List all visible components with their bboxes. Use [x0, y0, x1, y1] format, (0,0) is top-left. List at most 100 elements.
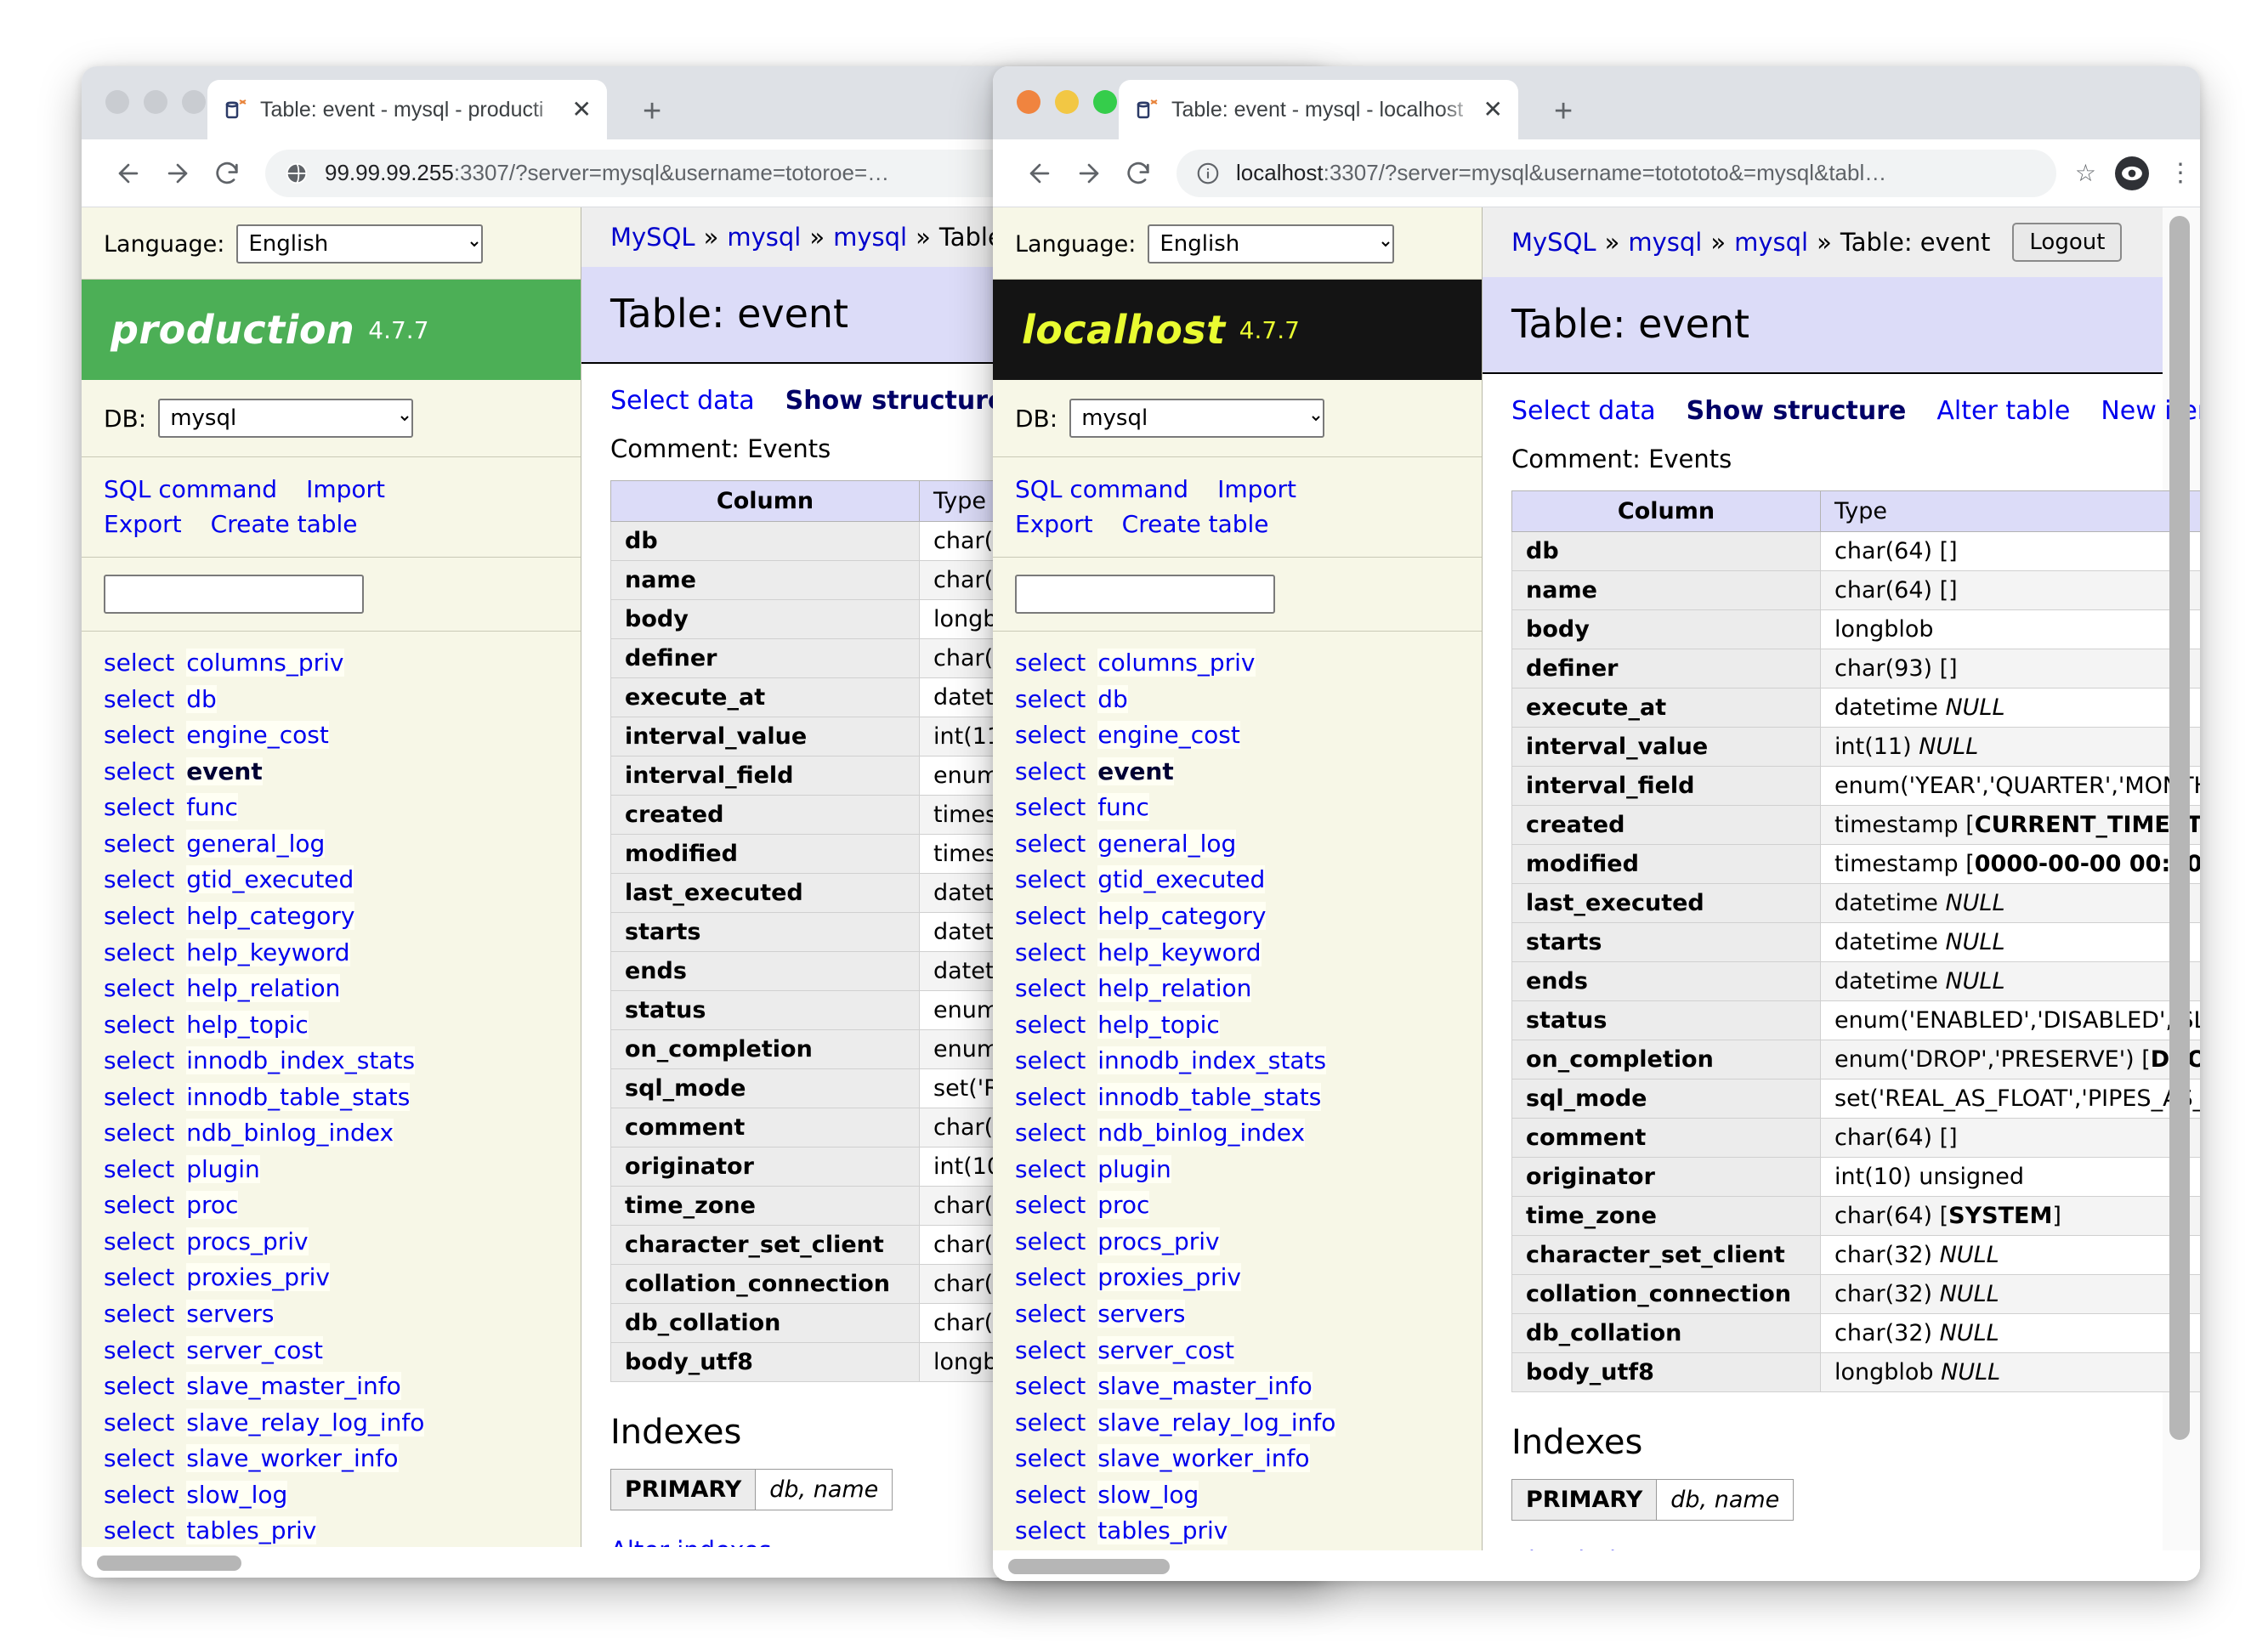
select-table-link[interactable]: select: [104, 1516, 174, 1544]
select-table-link[interactable]: select: [104, 1011, 174, 1039]
db-select[interactable]: mysql: [1069, 399, 1325, 438]
language-select[interactable]: English: [236, 224, 484, 264]
back-arrow-icon[interactable]: [104, 149, 153, 198]
select-table-link[interactable]: select: [104, 1155, 174, 1183]
logout-button[interactable]: Logout: [2012, 223, 2123, 262]
table-name-link[interactable]: servers: [1097, 1300, 1186, 1329]
select-table-link[interactable]: select: [104, 974, 174, 1002]
browser-tab-localhost[interactable]: Table: event - mysql - localhost ✕: [1119, 80, 1518, 139]
table-name-link[interactable]: innodb_index_stats: [186, 1046, 416, 1075]
language-select[interactable]: English: [1148, 224, 1395, 264]
table-name-link[interactable]: db: [186, 684, 217, 713]
maximize-window-button[interactable]: [182, 90, 206, 114]
vertical-scrollbar-thumb[interactable]: [2169, 216, 2190, 1440]
export-link[interactable]: Export: [104, 510, 182, 538]
reload-icon[interactable]: [202, 149, 252, 198]
browser-menu-icon[interactable]: ⋮: [2168, 161, 2193, 186]
select-table-link[interactable]: select: [104, 1263, 174, 1291]
table-name-link[interactable]: help_relation: [1097, 974, 1252, 1003]
table-name-link[interactable]: slave_master_info: [1097, 1372, 1313, 1401]
table-name-link[interactable]: help_category: [186, 902, 355, 931]
table-name-link[interactable]: slave_relay_log_info: [1097, 1408, 1336, 1436]
export-link[interactable]: Export: [1015, 510, 1093, 538]
select-table-link[interactable]: select: [104, 902, 174, 930]
table-name-link[interactable]: innodb_table_stats: [1097, 1082, 1322, 1111]
horizontal-scrollbar-localhost[interactable]: [1008, 1559, 2181, 1574]
select-table-link[interactable]: select: [1015, 757, 1086, 785]
close-window-button[interactable]: [105, 90, 129, 114]
select-table-link[interactable]: select: [104, 1300, 174, 1328]
table-name-link[interactable]: innodb_index_stats: [1097, 1046, 1327, 1075]
back-arrow-icon[interactable]: [1015, 149, 1064, 198]
table-name-link[interactable]: engine_cost: [186, 721, 329, 750]
select-table-link[interactable]: select: [1015, 1046, 1086, 1074]
tab-show-structure[interactable]: Show structure: [785, 386, 1006, 416]
tab-alter-table[interactable]: Alter table: [1936, 396, 2070, 426]
select-table-link[interactable]: select: [104, 865, 174, 893]
table-name-link[interactable]: procs_priv: [186, 1227, 309, 1255]
select-table-link[interactable]: select: [1015, 1516, 1086, 1544]
select-table-link[interactable]: select: [1015, 830, 1086, 858]
table-name-link[interactable]: slave_relay_log_info: [186, 1408, 425, 1436]
select-table-link[interactable]: select: [1015, 1227, 1086, 1255]
table-name-link[interactable]: innodb_table_stats: [186, 1082, 411, 1111]
select-table-link[interactable]: select: [1015, 1191, 1086, 1219]
sql-command-link[interactable]: SQL command: [1015, 475, 1188, 503]
close-tab-button[interactable]: ✕: [572, 98, 592, 122]
select-table-link[interactable]: select: [104, 938, 174, 966]
table-name-link[interactable]: func: [186, 793, 238, 822]
table-name-link[interactable]: proc: [186, 1191, 239, 1220]
breadcrumb-mysql-server[interactable]: MySQL: [610, 223, 695, 252]
minimize-window-button[interactable]: [1055, 90, 1079, 114]
table-name-link[interactable]: gtid_executed: [186, 865, 354, 894]
table-name-link[interactable]: help_category: [1097, 902, 1267, 931]
forward-arrow-icon[interactable]: [153, 149, 202, 198]
select-table-link[interactable]: select: [104, 1372, 174, 1400]
table-name-link[interactable]: proc: [1097, 1191, 1150, 1220]
tab-select-data[interactable]: Select data: [610, 386, 755, 416]
select-table-link[interactable]: select: [104, 793, 174, 821]
select-table-link[interactable]: select: [104, 1481, 174, 1509]
select-table-link[interactable]: select: [104, 1191, 174, 1219]
breadcrumb-db[interactable]: mysql: [727, 223, 801, 252]
table-name-link[interactable]: server_cost: [1097, 1335, 1234, 1364]
table-name-link[interactable]: columns_priv: [186, 649, 344, 677]
maximize-window-button[interactable]: [1093, 90, 1117, 114]
table-name-link[interactable]: slow_log: [1097, 1480, 1199, 1509]
tab-show-structure[interactable]: Show structure: [1687, 396, 1907, 426]
select-table-link[interactable]: select: [104, 1119, 174, 1147]
table-name-link[interactable]: engine_cost: [1097, 721, 1240, 750]
select-table-link[interactable]: select: [1015, 649, 1086, 677]
vertical-scrollbar-localhost[interactable]: [2169, 216, 2190, 1572]
select-table-link[interactable]: select: [1015, 865, 1086, 893]
table-name-link[interactable]: general_log: [1097, 829, 1237, 858]
select-table-link[interactable]: select: [1015, 721, 1086, 749]
select-table-link[interactable]: select: [1015, 1083, 1086, 1111]
table-name-link[interactable]: event: [1097, 756, 1174, 785]
select-table-link[interactable]: select: [1015, 1444, 1086, 1472]
breadcrumb-mysql-server[interactable]: MySQL: [1511, 228, 1596, 257]
select-table-link[interactable]: select: [1015, 1372, 1086, 1400]
create-table-link[interactable]: Create table: [1122, 510, 1269, 538]
select-table-link[interactable]: select: [1015, 938, 1086, 966]
sql-command-link[interactable]: SQL command: [104, 475, 277, 503]
select-table-link[interactable]: select: [1015, 1263, 1086, 1291]
table-name-link[interactable]: servers: [186, 1300, 275, 1329]
select-table-link[interactable]: select: [1015, 1300, 1086, 1328]
table-name-link[interactable]: tables_priv: [1097, 1516, 1228, 1545]
select-table-link[interactable]: select: [104, 757, 174, 785]
breadcrumb-schema[interactable]: mysql: [1734, 228, 1808, 257]
select-table-link[interactable]: select: [104, 1444, 174, 1472]
table-name-link[interactable]: help_keyword: [1097, 938, 1262, 966]
close-window-button[interactable]: [1017, 90, 1040, 114]
select-table-link[interactable]: select: [104, 1408, 174, 1436]
table-name-link[interactable]: tables_priv: [186, 1516, 317, 1545]
breadcrumb-schema[interactable]: mysql: [833, 223, 907, 252]
select-table-link[interactable]: select: [1015, 685, 1086, 713]
select-table-link[interactable]: select: [1015, 902, 1086, 930]
breadcrumb-db[interactable]: mysql: [1628, 228, 1702, 257]
table-name-link[interactable]: func: [1097, 793, 1149, 822]
import-link[interactable]: Import: [1217, 475, 1296, 503]
select-table-link[interactable]: select: [104, 1046, 174, 1074]
close-tab-button[interactable]: ✕: [1483, 98, 1503, 122]
